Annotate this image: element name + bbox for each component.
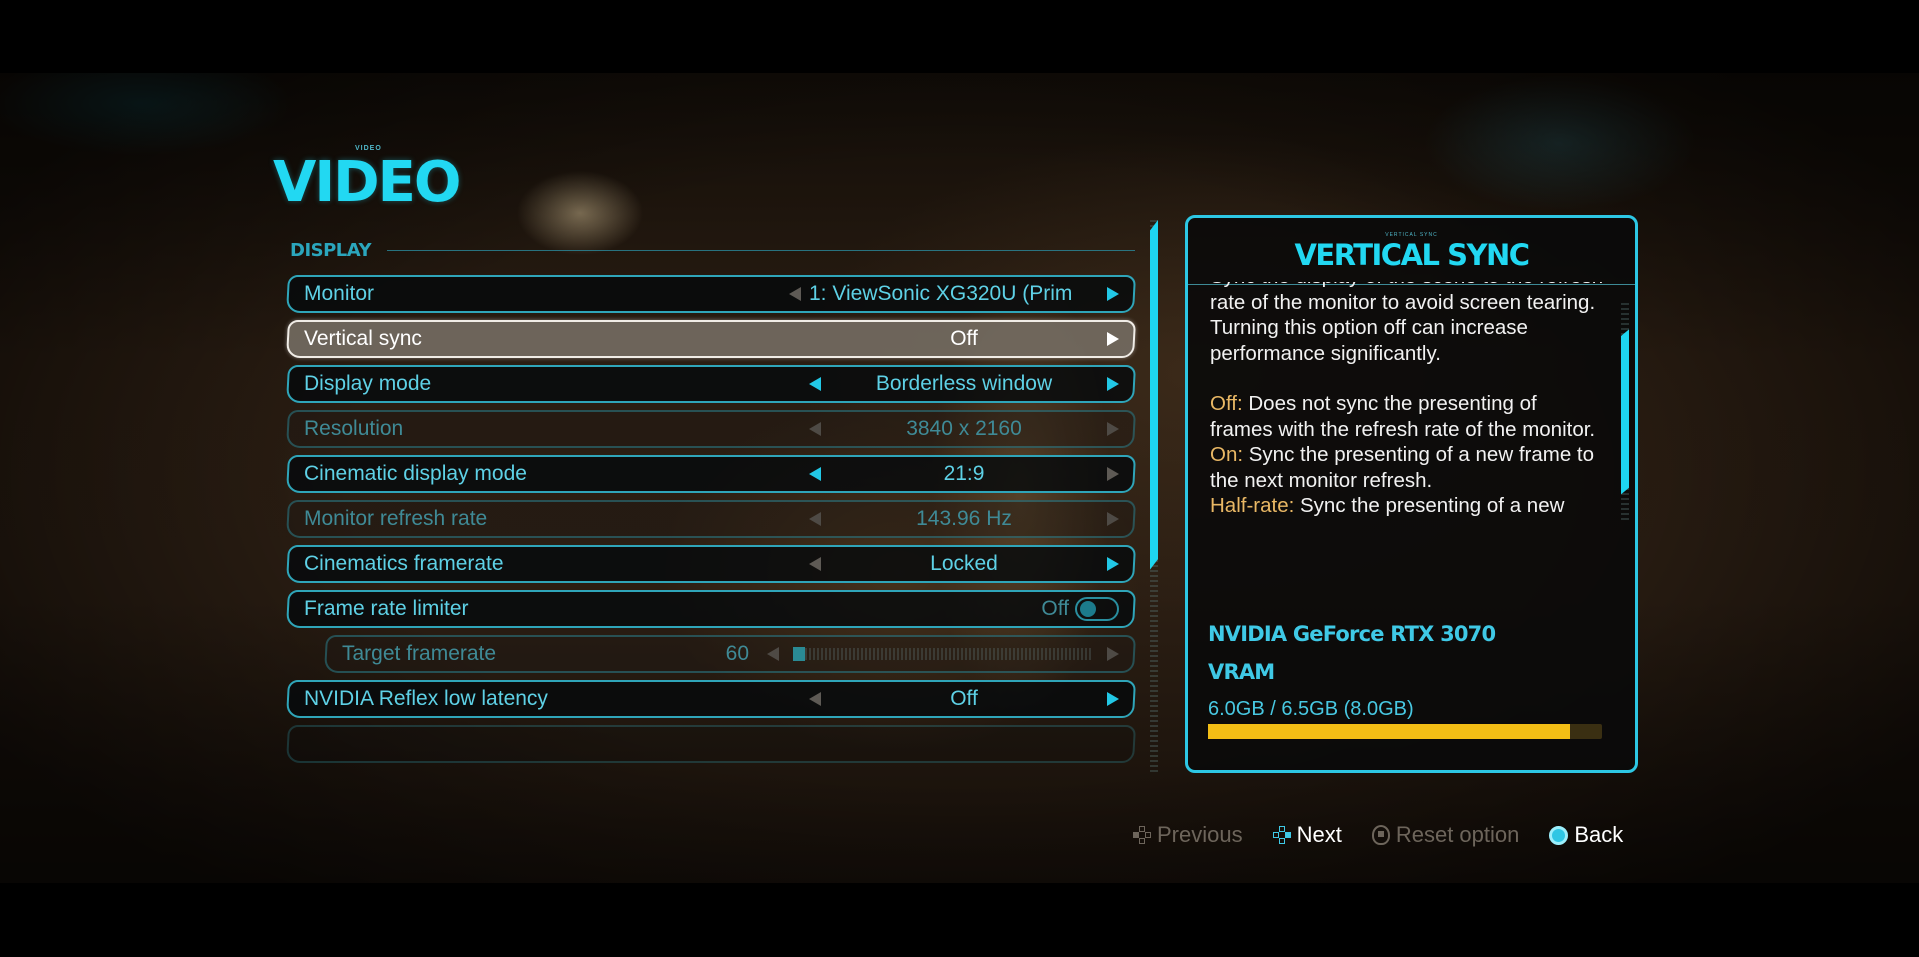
arrow-left-icon (809, 512, 821, 526)
back-button[interactable]: Back (1549, 822, 1623, 848)
setting-value: Borderless window (875, 372, 1053, 395)
arrow-left-icon (767, 647, 779, 661)
setting-label: Monitor (304, 282, 375, 305)
setting-label: Target framerate (342, 642, 497, 665)
vram-value: 6.0GB / 6.5GB (8.0GB) (1208, 698, 1414, 720)
description-panel: VERTICAL SYNC VERTICAL SYNC Sync the dis… (1185, 215, 1638, 773)
setting-row-resolution: Resolution 3840 x 2160 (286, 410, 1136, 448)
setting-row-monitor[interactable]: Monitor 1: ViewSonic XG320U (Prim (286, 275, 1136, 313)
button-prompts: Previous Next Reset option Back (1133, 822, 1653, 848)
setting-label: Cinematic display mode (304, 462, 527, 485)
setting-row-cinematic-display-mode[interactable]: Cinematic display mode 21:9 (286, 455, 1136, 493)
arrow-right-icon[interactable] (1107, 332, 1119, 346)
setting-row-offscreen (286, 725, 1136, 763)
page-title: VIDEO (273, 150, 462, 215)
description-option-half-rate: Half-rate: Sync the presenting of a new … (1210, 494, 1565, 522)
dpad-left-icon (1133, 826, 1151, 844)
arrow-left-icon[interactable] (809, 692, 821, 706)
settings-scrollbar-thumb[interactable] (1150, 220, 1158, 570)
vram-usage-fill (1208, 724, 1571, 739)
arrow-left-icon (809, 422, 821, 436)
slider-thumb (793, 647, 805, 661)
dpad-right-icon (1272, 826, 1291, 844)
setting-value: 143.96 Hz (916, 507, 1012, 530)
description-scrollbar-thumb[interactable] (1621, 329, 1629, 495)
back-label: Back (1574, 822, 1624, 847)
description-body: Sync the display of the scene to the ref… (1210, 282, 1605, 522)
vram-usage-bar (1208, 724, 1602, 739)
arrow-right-icon (1107, 647, 1119, 661)
circle-button-icon (1549, 825, 1569, 845)
touchpad-icon (1371, 825, 1390, 845)
setting-label: NVIDIA Reflex low latency (304, 687, 548, 710)
setting-label: Vertical sync (304, 327, 422, 350)
arrow-right-icon (1107, 422, 1119, 436)
next-label: Next (1296, 822, 1342, 847)
setting-label: Monitor refresh rate (304, 507, 488, 530)
description-intro: Sync the display of the scene to the ref… (1210, 282, 1603, 365)
arrow-left-icon[interactable] (789, 287, 801, 301)
settings-scrollbar[interactable] (1150, 220, 1158, 775)
arrow-right-icon[interactable] (1107, 692, 1119, 706)
toggle-state-label: Off (1041, 597, 1069, 620)
setting-row-nvidia-reflex[interactable]: NVIDIA Reflex low latency Off (286, 680, 1136, 718)
setting-label: Frame rate limiter (304, 597, 469, 620)
description-option-on: On: Sync the presenting of a new frame t… (1210, 443, 1595, 492)
vram-label: VRAM (1208, 660, 1275, 684)
setting-label: Cinematics framerate (304, 552, 504, 575)
arrow-right-icon[interactable] (1107, 377, 1119, 391)
setting-row-target-framerate: Target framerate 60 (324, 635, 1136, 673)
next-button[interactable]: Next (1272, 822, 1342, 848)
arrow-left-icon[interactable] (809, 557, 821, 571)
settings-list: Monitor 1: ViewSonic XG320U (Prim Vertic… (286, 275, 1136, 770)
previous-label: Previous (1157, 822, 1243, 847)
section-header-display: DISPLAY (290, 238, 1135, 262)
setting-value: 1: ViewSonic XG320U (Prim (809, 282, 1073, 305)
arrow-right-icon[interactable] (1107, 467, 1119, 481)
frame-rate-limiter-toggle[interactable] (1075, 597, 1119, 621)
reset-option-label: Reset option (1395, 822, 1520, 847)
arrow-right-icon (1107, 512, 1119, 526)
description-option-off: Off: Does not sync the presenting of fra… (1210, 392, 1596, 441)
description-scrollbar[interactable] (1621, 303, 1629, 523)
setting-value: Off (950, 327, 978, 350)
reset-option-button[interactable]: Reset option (1371, 822, 1520, 848)
setting-row-display-mode[interactable]: Display mode Borderless window (286, 365, 1136, 403)
setting-value: Locked (930, 552, 998, 575)
setting-label: Resolution (304, 417, 404, 440)
previous-button[interactable]: Previous (1133, 822, 1243, 848)
gpu-name: NVIDIA GeForce RTX 3070 (1208, 622, 1496, 646)
setting-row-vertical-sync[interactable]: Vertical sync Off (286, 320, 1136, 358)
setting-value: 3840 x 2160 (906, 417, 1022, 440)
arrow-right-icon[interactable] (1107, 287, 1119, 301)
target-framerate-slider (793, 647, 1093, 661)
toggle-knob (1080, 601, 1096, 617)
setting-row-cinematics-framerate[interactable]: Cinematics framerate Locked (286, 545, 1136, 583)
description-title: VERTICAL SYNC (1294, 238, 1530, 272)
arrow-right-icon[interactable] (1107, 557, 1119, 571)
section-divider (387, 249, 1135, 251)
setting-value: 21:9 (943, 462, 985, 485)
letterbox-bottom (0, 883, 1919, 957)
setting-value: Off (950, 687, 978, 710)
slider-value: 60 (725, 642, 749, 665)
letterbox-top (0, 0, 1919, 73)
setting-row-monitor-refresh-rate: Monitor refresh rate 143.96 Hz (286, 500, 1136, 538)
arrow-left-icon[interactable] (809, 467, 821, 481)
setting-row-frame-rate-limiter[interactable]: Frame rate limiter Off (286, 590, 1136, 628)
setting-label: Display mode (304, 372, 432, 395)
arrow-left-icon[interactable] (809, 377, 821, 391)
section-label: DISPLAY (290, 239, 372, 261)
